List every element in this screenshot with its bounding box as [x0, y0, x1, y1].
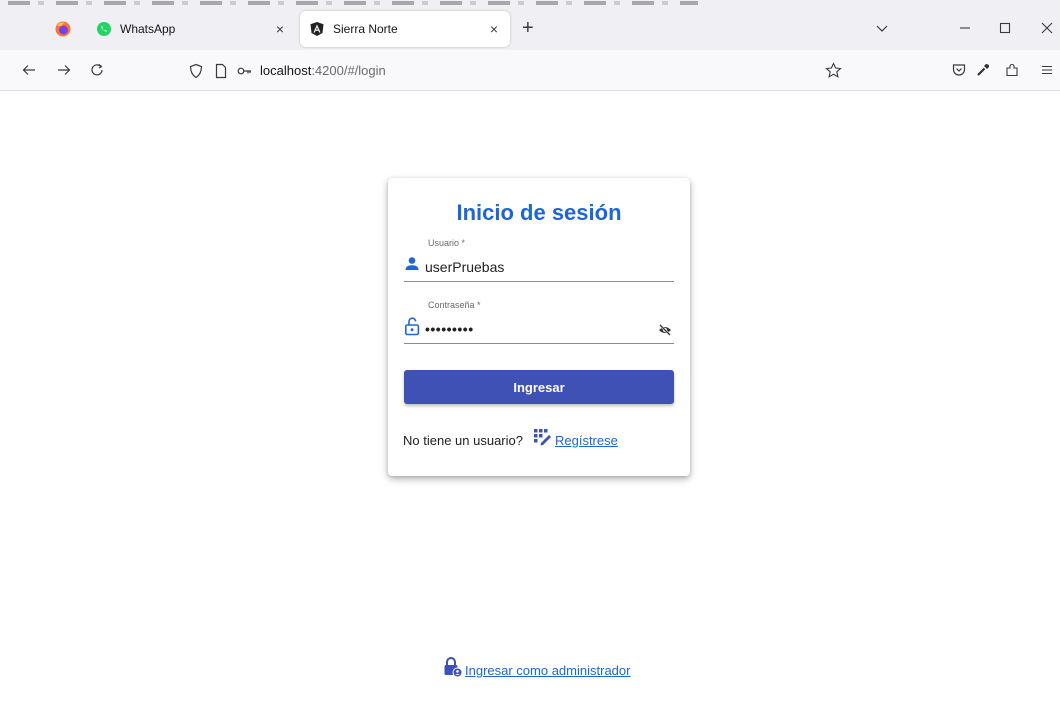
- admin-lock-icon: [443, 656, 463, 678]
- url-bar[interactable]: localhost:4200/#/login: [180, 55, 860, 86]
- browser-tab-bar: WhatsApp × Sierra Norte × +: [0, 7, 1060, 50]
- password-label: Contraseña *: [428, 300, 481, 310]
- username-field[interactable]: Usuario *: [404, 238, 674, 282]
- url-text[interactable]: localhost:4200/#/login: [260, 63, 386, 78]
- angular-icon: [309, 21, 325, 37]
- lock-open-icon: [404, 315, 422, 337]
- list-all-tabs-icon[interactable]: [875, 21, 889, 35]
- browser-nav-bar: localhost:4200/#/login: [0, 50, 1060, 91]
- login-button[interactable]: Ingresar: [404, 370, 674, 404]
- minimize-icon[interactable]: [958, 21, 972, 35]
- close-tab-icon[interactable]: ×: [272, 21, 288, 37]
- taskbar-remnant: [8, 1, 698, 5]
- admin-login-row[interactable]: Ingresar como administrador: [443, 656, 630, 678]
- new-tab-button[interactable]: +: [522, 17, 534, 40]
- pocket-icon[interactable]: [948, 59, 970, 81]
- register-link[interactable]: Regístrese: [555, 433, 618, 448]
- close-window-icon[interactable]: [1040, 21, 1054, 35]
- tab-label: WhatsApp: [120, 22, 176, 36]
- bookmark-star-icon[interactable]: [825, 62, 842, 79]
- tab-whatsapp[interactable]: WhatsApp ×: [86, 11, 296, 47]
- reload-icon[interactable]: [86, 59, 108, 81]
- eyedropper-icon[interactable]: [972, 59, 994, 81]
- whatsapp-icon: [96, 21, 112, 37]
- browser-top-strip: [0, 0, 1060, 7]
- register-row: No tiene un usuario? Regístrese: [403, 428, 618, 448]
- menu-icon[interactable]: [1036, 59, 1058, 81]
- visibility-off-icon[interactable]: [658, 323, 672, 337]
- shield-icon[interactable]: [188, 63, 204, 79]
- username-label: Usuario *: [428, 238, 466, 248]
- page-title: Inicio de sesión: [456, 200, 622, 225]
- close-tab-icon[interactable]: ×: [486, 21, 502, 37]
- username-input[interactable]: [425, 259, 645, 275]
- page-icon[interactable]: [214, 63, 228, 79]
- register-prompt: No tiene un usuario?: [403, 433, 523, 448]
- maximize-icon[interactable]: [998, 21, 1012, 35]
- app-registration-icon: [533, 428, 553, 448]
- person-icon: [404, 253, 422, 275]
- back-icon[interactable]: [18, 59, 40, 81]
- url-path: :4200/#/login: [311, 63, 386, 78]
- url-host: localhost: [260, 63, 312, 78]
- firefox-view-icon[interactable]: [54, 20, 72, 38]
- tab-sierra-norte[interactable]: Sierra Norte ×: [300, 11, 510, 47]
- admin-login-link[interactable]: Ingresar como administrador: [465, 663, 630, 678]
- password-input[interactable]: •••••••••: [425, 321, 645, 337]
- tab-label: Sierra Norte: [333, 22, 398, 36]
- login-card: Inicio de sesión Usuario * Contraseña * …: [388, 178, 690, 476]
- extensions-icon[interactable]: [1001, 59, 1023, 81]
- permissions-key-icon[interactable]: [237, 64, 253, 78]
- forward-icon[interactable]: [53, 59, 75, 81]
- password-field[interactable]: Contraseña * •••••••••: [404, 300, 674, 344]
